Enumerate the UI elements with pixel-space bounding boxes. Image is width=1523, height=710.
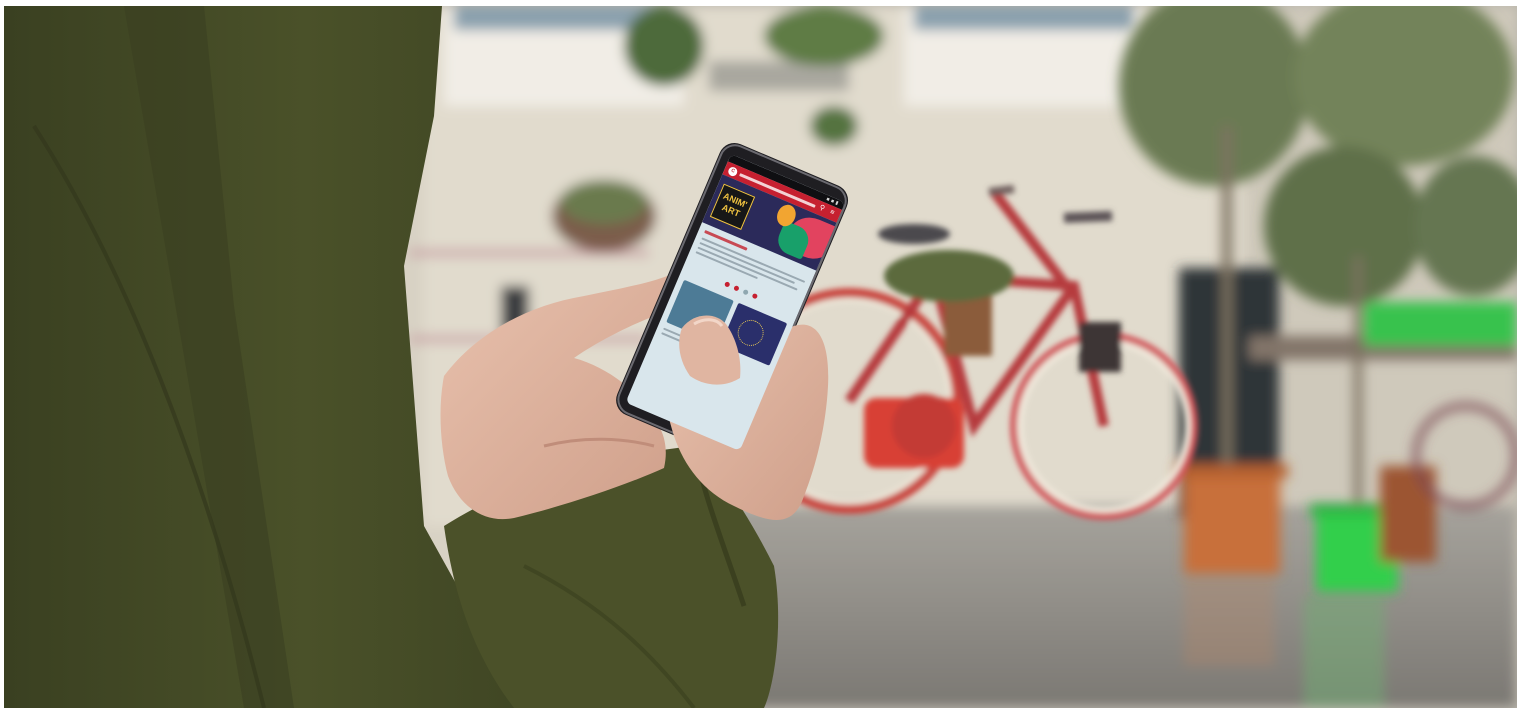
street-photo: ▪ ▪ ▮ C ⚲ ≡ ANIM' ART — [4, 6, 1517, 708]
site-logo-icon: C — [727, 165, 739, 178]
anim-art-logo: ANIM' ART — [709, 183, 756, 230]
search-icon: ⚲ — [818, 204, 826, 213]
menu-icon: ≡ — [828, 208, 836, 217]
